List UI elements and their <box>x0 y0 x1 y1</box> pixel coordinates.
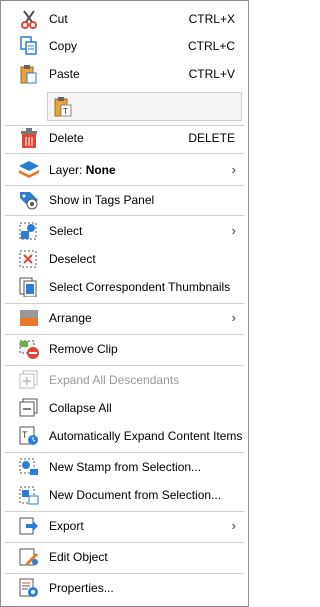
new-document-from-selection-label: New Document from Selection... <box>49 488 222 502</box>
edit-object-menu-item[interactable]: Edit Object <box>1 545 248 569</box>
export-icon <box>19 517 38 535</box>
delete-label: Delete <box>49 131 84 145</box>
deselect-icon <box>19 250 37 268</box>
clipboard-icon <box>20 65 37 84</box>
select-menu-item[interactable]: Select › <box>1 219 248 243</box>
paste-format-option[interactable]: T <box>47 92 242 121</box>
properties-label: Properties... <box>49 581 114 595</box>
auto-expand-icon: T <box>19 426 38 445</box>
trash-icon <box>21 128 37 148</box>
layers-icon <box>19 161 39 178</box>
new-stamp-from-selection-menu-item[interactable]: New Stamp from Selection... <box>1 455 248 479</box>
paste-label: Paste <box>49 67 80 81</box>
new-stamp-from-selection-label: New Stamp from Selection... <box>49 460 202 474</box>
context-menu: Cut CTRL+X Copy CTRL+C Paste CTRL+V T De… <box>0 0 249 607</box>
separator <box>5 215 244 216</box>
export-menu-item[interactable]: Export › <box>1 514 248 538</box>
select-correspondent-thumbnails-menu-item[interactable]: Select Correspondent Thumbnails <box>1 275 248 299</box>
cut-shortcut: CTRL+X <box>188 12 235 26</box>
paste-text-icon: T <box>54 97 72 117</box>
tag-icon <box>20 192 38 210</box>
collapse-icon <box>19 398 38 417</box>
separator <box>5 452 244 453</box>
paste-shortcut: CTRL+V <box>188 67 235 81</box>
separator <box>5 365 244 366</box>
new-document-from-selection-menu-item[interactable]: New Document from Selection... <box>1 483 248 507</box>
copy-shortcut: CTRL+C <box>187 39 235 53</box>
select-icon <box>19 222 37 240</box>
separator <box>5 185 244 186</box>
show-in-tags-panel-menu-item[interactable]: Show in Tags Panel <box>1 188 248 212</box>
auto-expand-content-items-menu-item[interactable]: T Automatically Expand Content Items <box>1 424 248 448</box>
copy-menu-item[interactable]: Copy CTRL+C <box>1 34 248 58</box>
separator <box>5 334 244 335</box>
show-in-tags-panel-label: Show in Tags Panel <box>49 193 155 207</box>
paste-menu-item[interactable]: Paste CTRL+V <box>1 62 248 86</box>
new-document-icon <box>19 486 39 505</box>
layer-label: Layer: None <box>49 163 116 177</box>
deselect-label: Deselect <box>49 252 96 266</box>
properties-menu-item[interactable]: Properties... <box>1 576 248 600</box>
separator <box>5 303 244 304</box>
export-label: Export <box>49 519 84 533</box>
properties-icon <box>19 578 38 597</box>
submenu-arrow-icon: › <box>231 223 236 238</box>
collapse-all-menu-item[interactable]: Collapse All <box>1 396 248 420</box>
scissors-icon <box>21 10 37 29</box>
remove-clip-menu-item[interactable]: Remove Clip <box>1 337 248 361</box>
new-stamp-icon <box>19 458 38 475</box>
submenu-arrow-icon: › <box>231 162 236 177</box>
separator <box>5 542 244 543</box>
arrange-menu-item[interactable]: Arrange › <box>1 306 248 330</box>
layer-menu-item[interactable]: Layer: None › <box>1 158 248 182</box>
auto-expand-content-items-label: Automatically Expand Content Items <box>49 429 243 443</box>
collapse-all-label: Collapse All <box>49 401 112 415</box>
thumbnails-icon <box>19 277 37 297</box>
arrange-label: Arrange <box>49 311 92 325</box>
submenu-arrow-icon: › <box>231 518 236 533</box>
svg-text:T: T <box>22 430 28 440</box>
remove-clip-label: Remove Clip <box>49 342 118 356</box>
separator <box>5 511 244 512</box>
select-correspondent-thumbnails-label: Select Correspondent Thumbnails <box>49 280 231 294</box>
expand-all-descendants-label: Expand All Descendants <box>49 373 180 387</box>
remove-clip-icon <box>19 340 39 359</box>
delete-menu-item[interactable]: Delete DELETE <box>1 126 248 150</box>
separator <box>5 573 244 574</box>
separator <box>5 153 244 154</box>
expand-all-descendants-menu-item: Expand All Descendants <box>1 368 248 392</box>
cut-menu-item[interactable]: Cut CTRL+X <box>1 7 248 31</box>
cut-label: Cut <box>49 12 68 26</box>
delete-shortcut: DELETE <box>188 131 235 145</box>
select-label: Select <box>49 224 83 238</box>
expand-icon <box>19 370 38 389</box>
arrange-icon <box>20 310 38 326</box>
submenu-arrow-icon: › <box>231 310 236 325</box>
svg-text:T: T <box>63 107 68 116</box>
deselect-menu-item[interactable]: Deselect <box>1 247 248 271</box>
copy-label: Copy <box>49 39 78 53</box>
edit-object-icon <box>19 548 38 566</box>
layer-value: None <box>85 163 116 177</box>
copy-icon <box>20 36 37 55</box>
edit-object-label: Edit Object <box>49 550 108 564</box>
